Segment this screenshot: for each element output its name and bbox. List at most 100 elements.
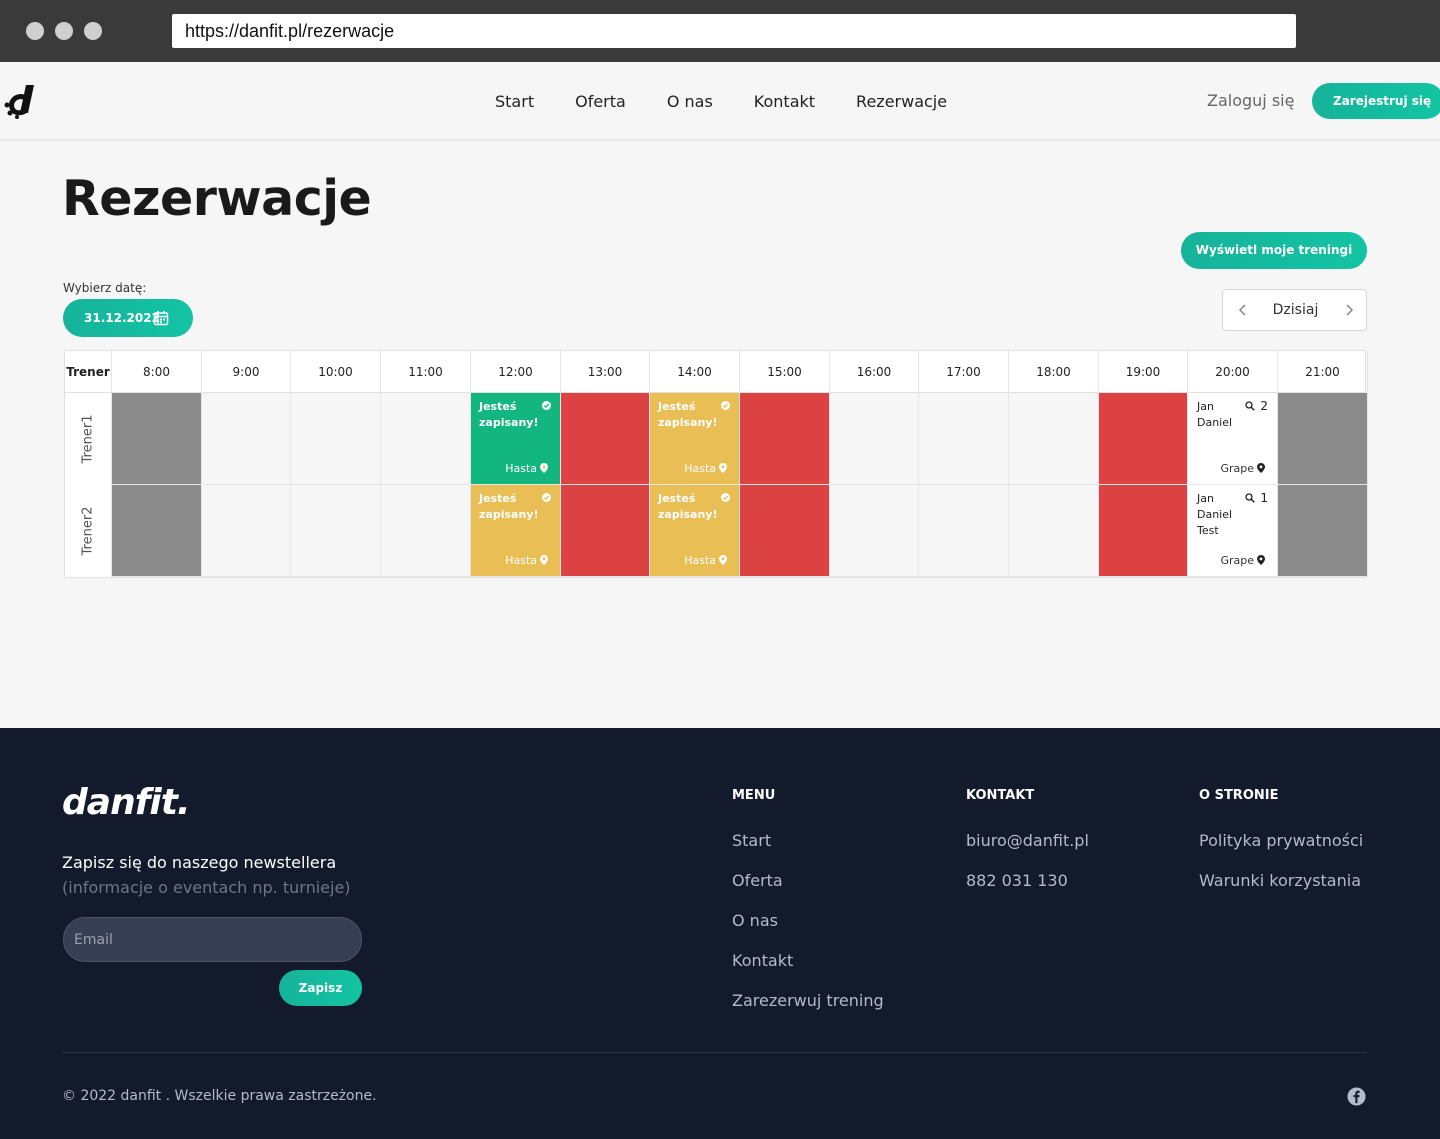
- hour-column-header: 10:00: [291, 351, 381, 393]
- hour-column-header: 15:00: [740, 351, 830, 393]
- footer-contact-column: KONTAKT biuro@danfit.pl 882 031 130: [966, 788, 1089, 911]
- schedule-slot-empty[interactable]: [830, 485, 919, 577]
- participant-count: 2: [1245, 399, 1268, 413]
- schedule-slot-empty[interactable]: [381, 485, 471, 577]
- location-name: Hasta: [684, 462, 716, 475]
- chevron-right-icon[interactable]: [1341, 302, 1357, 318]
- schedule-slot-empty[interactable]: [919, 393, 1009, 485]
- register-button[interactable]: Zarejestruj się: [1312, 83, 1440, 119]
- newsletter-subtitle: (informacje o eventach np. turnieje): [62, 878, 351, 897]
- hour-column-header: 14:00: [650, 351, 740, 393]
- address-bar[interactable]: https://danfit.pl/rezerwacje: [172, 14, 1296, 48]
- schedule-slot-red[interactable]: [740, 485, 830, 577]
- trainer-row-label: Trener2: [65, 485, 112, 577]
- participant-name: Daniel: [1197, 508, 1233, 521]
- footer-link-terms[interactable]: Warunki korzystania: [1199, 871, 1363, 890]
- hour-column-header: 20:00: [1188, 351, 1278, 393]
- hour-column-header: 12:00: [471, 351, 561, 393]
- schedule-slot-gray: [1278, 393, 1368, 485]
- footer-link-kontakt[interactable]: Kontakt: [732, 951, 884, 970]
- login-link[interactable]: Zaloguj się: [1207, 91, 1294, 110]
- hour-column-header: 13:00: [561, 351, 650, 393]
- show-my-trainings-button[interactable]: Wyświetl moje treningi: [1181, 232, 1367, 269]
- selected-date: 31.12.2022: [84, 311, 160, 325]
- newsletter-email-input[interactable]: [63, 917, 362, 962]
- schedule-slot-empty[interactable]: [830, 393, 919, 485]
- window-maximize-dot[interactable]: [84, 22, 102, 40]
- footer-about-column: O STRONIE Polityka prywatności Warunki k…: [1199, 788, 1363, 911]
- schedule-slot-yellow[interactable]: Jesteś zapisany! Hasta: [650, 485, 740, 577]
- schedule-slot-red[interactable]: [1099, 485, 1188, 577]
- footer-email-link[interactable]: biuro@danfit.pl: [966, 831, 1089, 850]
- window-minimize-dot[interactable]: [55, 22, 73, 40]
- map-pin-icon: [719, 463, 727, 473]
- slot-location: Grape: [1220, 554, 1265, 567]
- schedule-slot-gray: [112, 393, 202, 485]
- schedule-slot-white[interactable]: Jan Daniel 2 Grape: [1188, 393, 1278, 485]
- participant-name: Jan: [1197, 400, 1214, 413]
- location-name: Hasta: [505, 554, 537, 567]
- count-value: 1: [1260, 491, 1268, 505]
- booking-status: Jesteś zapisany!: [479, 400, 539, 429]
- nav-link-o-nas[interactable]: O nas: [667, 92, 713, 111]
- footer-link-oferta[interactable]: Oferta: [732, 871, 884, 890]
- subscribe-button[interactable]: Zapisz: [279, 970, 362, 1006]
- schedule-slot-empty[interactable]: [291, 393, 381, 485]
- trainer-name: Trener1: [80, 414, 96, 464]
- schedule-slot-empty[interactable]: [919, 485, 1009, 577]
- trainer-row-label: Trener1: [65, 393, 112, 485]
- schedule-slot-red[interactable]: [1099, 393, 1188, 485]
- schedule-slot-empty[interactable]: [291, 485, 381, 577]
- schedule-slot-empty[interactable]: [202, 485, 291, 577]
- participant-list: Jan Daniel: [1197, 399, 1232, 431]
- slot-location: Hasta: [505, 554, 548, 567]
- schedule-slot-yellow[interactable]: Jesteś zapisany! Hasta: [471, 485, 561, 577]
- location-name: Grape: [1220, 462, 1254, 475]
- hour-column-header: 16:00: [830, 351, 919, 393]
- nav-link-kontakt[interactable]: Kontakt: [754, 92, 815, 111]
- schedule-slot-white[interactable]: Jan Daniel Test 1 Grape: [1188, 485, 1278, 577]
- search-icon: [1245, 493, 1256, 503]
- hour-column-header: 9:00: [202, 351, 291, 393]
- nav-link-start[interactable]: Start: [495, 92, 534, 111]
- window-close-dot[interactable]: [26, 22, 44, 40]
- footer-logo[interactable]: danfit.: [62, 782, 191, 823]
- schedule-slot-red[interactable]: [561, 485, 650, 577]
- booking-status: Jesteś zapisany!: [479, 492, 539, 521]
- date-picker-button[interactable]: 31.12.2022: [63, 299, 193, 337]
- date-picker-label: Wybierz datę:: [63, 281, 147, 295]
- schedule-slot-red[interactable]: [740, 393, 830, 485]
- copyright-text: © 2022 danfit . Wszelkie prawa zastrzeżo…: [62, 1088, 377, 1104]
- schedule-slot-red[interactable]: [561, 393, 650, 485]
- nav-link-oferta[interactable]: Oferta: [575, 92, 626, 111]
- map-pin-icon: [1257, 463, 1265, 473]
- footer-menu-heading: MENU: [732, 788, 776, 803]
- footer-link-privacy[interactable]: Polityka prywatności: [1199, 831, 1363, 850]
- slot-location: Hasta: [684, 554, 727, 567]
- footer: danfit. Zapisz się do naszego newsteller…: [0, 728, 1440, 1139]
- schedule-slot-empty[interactable]: [1009, 485, 1099, 577]
- search-icon: [1245, 401, 1256, 411]
- nav-link-rezerwacje[interactable]: Rezerwacje: [856, 92, 947, 111]
- footer-link-o-nas[interactable]: O nas: [732, 911, 884, 930]
- schedule-slot-empty[interactable]: [202, 393, 291, 485]
- page-title: Rezerwacje: [62, 170, 372, 227]
- slot-location: Hasta: [684, 462, 727, 475]
- schedule-slot-gray: [112, 485, 202, 577]
- count-value: 2: [1260, 399, 1268, 413]
- footer-phone-link[interactable]: 882 031 130: [966, 871, 1089, 890]
- schedule-slot-empty[interactable]: [381, 393, 471, 485]
- schedule-slot-empty[interactable]: [1009, 393, 1099, 485]
- facebook-icon[interactable]: [1347, 1087, 1366, 1106]
- booking-status: Jesteś zapisany!: [658, 492, 718, 521]
- footer-link-start[interactable]: Start: [732, 831, 884, 850]
- schedule-slot-yellow[interactable]: Jesteś zapisany! Hasta: [650, 393, 740, 485]
- location-name: Grape: [1220, 554, 1254, 567]
- danfit-d-logo-icon[interactable]: [4, 83, 38, 119]
- schedule-slot-green[interactable]: Jesteś zapisany! Hasta: [471, 393, 561, 485]
- schedule-slot-gray: [1278, 485, 1368, 577]
- footer-link-zarezerwuj[interactable]: Zarezerwuj trening: [732, 991, 884, 1010]
- hour-column-header: 21:00: [1278, 351, 1368, 393]
- participant-name: Daniel: [1197, 416, 1233, 429]
- hour-column-header: 11:00: [381, 351, 471, 393]
